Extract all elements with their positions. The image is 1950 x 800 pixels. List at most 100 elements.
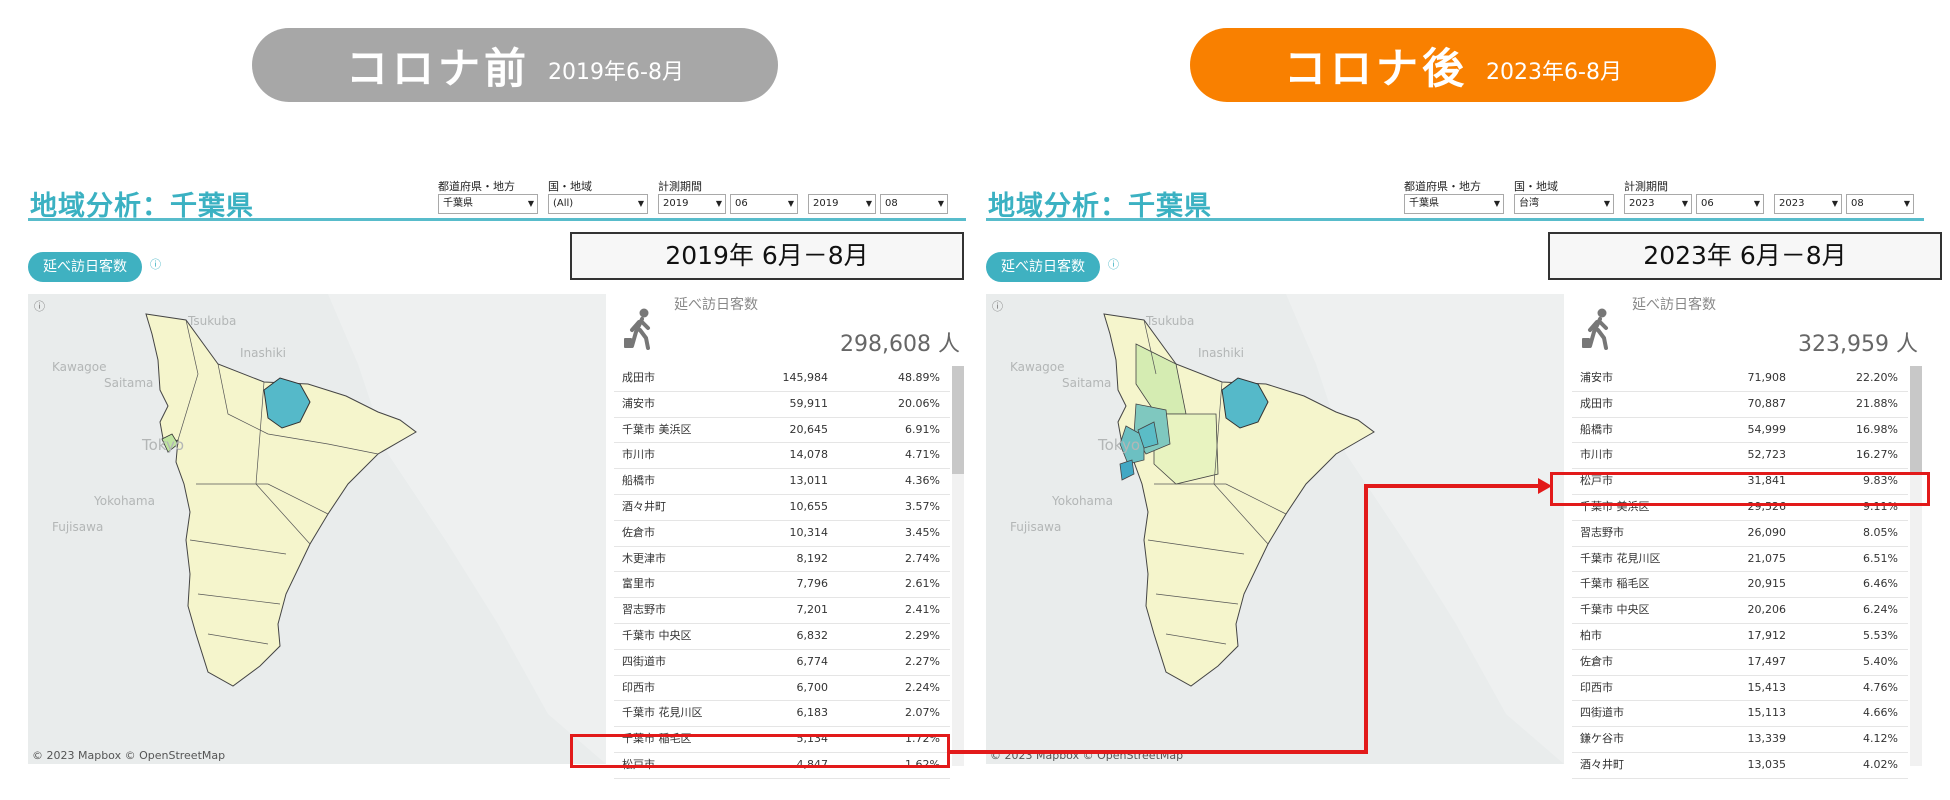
map-label-yokohama: Yokohama xyxy=(1052,494,1113,508)
city-name: 四街道市 xyxy=(622,654,666,668)
end-year-select[interactable]: 2023 ▼ xyxy=(1774,194,1842,214)
chevron-down-icon: ▼ xyxy=(1603,199,1610,208)
table-row[interactable]: 鎌ケ谷市 13,339 4.12% xyxy=(1572,727,1908,753)
city-table: 成田市 145,984 48.89% 浦安市 59,911 20.06% 千葉市 美浜区 20… xyxy=(614,366,950,779)
table-row[interactable]: 成田市 70,887 21.88% xyxy=(1572,392,1908,418)
map-label-fujisawa: Fujisawa xyxy=(1010,520,1062,534)
prefecture-select[interactable]: 千葉県 ▼ xyxy=(1404,194,1504,214)
country-select[interactable]: 台湾 ▼ xyxy=(1514,194,1614,214)
table-row[interactable]: 印西市 15,413 4.76% xyxy=(1572,676,1908,702)
table-row[interactable]: 千葉市 美浜区 20,645 6.91% xyxy=(614,418,950,444)
end-month-select[interactable]: 08 ▼ xyxy=(880,194,948,214)
table-scrollbar[interactable] xyxy=(952,366,964,766)
visitor-share: 2.29% xyxy=(905,628,940,642)
table-row[interactable]: 柏市 17,912 5.53% xyxy=(1572,624,1908,650)
table-row[interactable]: 酒々井町 10,655 3.57% xyxy=(614,495,950,521)
visitor-share: 4.36% xyxy=(905,474,940,488)
table-row[interactable]: 印西市 6,700 2.24% xyxy=(614,676,950,702)
table-row[interactable]: 成田市 145,984 48.89% xyxy=(614,366,950,392)
table-row[interactable]: 四街道市 6,774 2.27% xyxy=(614,650,950,676)
choropleth-map[interactable]: Tsukuba Inashiki Kawagoe Saitama Tokyo Y… xyxy=(28,294,606,764)
scrollbar-thumb[interactable] xyxy=(1910,366,1922,474)
table-row[interactable]: 習志野市 7,201 2.41% xyxy=(614,598,950,624)
table-row[interactable]: 浦安市 71,908 22.20% xyxy=(1572,366,1908,392)
visitor-count: 59,911 xyxy=(789,396,829,410)
start-month-select[interactable]: 06 ▼ xyxy=(730,194,798,214)
visitor-count: 15,413 xyxy=(1747,680,1787,694)
start-year-select[interactable]: 2019 ▼ xyxy=(658,194,726,214)
city-name: 千葉市 中央区 xyxy=(622,628,692,642)
country-filter: 国・地域 (All) ▼ xyxy=(548,178,648,214)
map-label-inashiki: Inashiki xyxy=(1198,346,1244,360)
metric-tag[interactable]: 延べ訪日客数 xyxy=(28,252,142,282)
visitor-count: 70,887 xyxy=(1747,396,1787,410)
start-month-select[interactable]: 06 ▼ xyxy=(1696,194,1764,214)
table-row[interactable]: 千葉市 中央区 6,832 2.29% xyxy=(614,624,950,650)
start-year-select[interactable]: 2023 ▼ xyxy=(1624,194,1692,214)
table-row[interactable]: 木更津市 8,192 2.74% xyxy=(614,547,950,573)
visitor-total: 323,959 人 xyxy=(1798,332,1918,357)
visitor-share: 8.05% xyxy=(1863,525,1898,539)
table-row[interactable]: 習志野市 26,090 8.05% xyxy=(1572,521,1908,547)
map-credit[interactable]: © 2023 Mapbox © OpenStreetMap xyxy=(990,749,1183,762)
table-row[interactable]: 市川市 52,723 16.27% xyxy=(1572,443,1908,470)
map-info-icon[interactable]: ⓘ xyxy=(34,298,45,314)
city-name: 浦安市 xyxy=(622,396,655,410)
visitor-share: 2.74% xyxy=(905,551,940,565)
visitor-count: 20,206 xyxy=(1747,603,1787,617)
table-row[interactable]: 千葉市 中央区 20,206 6.24% xyxy=(1572,598,1908,624)
map-credit[interactable]: © 2023 Mapbox © OpenStreetMap xyxy=(32,749,225,762)
city-name: 千葉市 美浜区 xyxy=(622,422,692,436)
table-row[interactable]: 千葉市 花見川区 21,075 6.51% xyxy=(1572,547,1908,573)
city-name: 鎌ケ谷市 xyxy=(1580,732,1624,746)
table-row[interactable]: 千葉市 稲毛区 20,915 6.46% xyxy=(1572,572,1908,599)
metric-tag[interactable]: 延べ訪日客数 xyxy=(986,252,1100,282)
visitor-share: 2.27% xyxy=(905,654,940,668)
table-row[interactable]: 船橋市 13,011 4.36% xyxy=(614,469,950,495)
info-icon[interactable]: ⓘ xyxy=(1108,256,1119,272)
table-row[interactable]: 酒々井町 13,035 4.02% xyxy=(1572,753,1908,779)
visitor-count: 14,078 xyxy=(789,448,829,462)
visitor-share: 2.24% xyxy=(905,680,940,694)
map-label-tsukuba: Tsukuba xyxy=(188,314,237,328)
prefecture-filter-label: 都道府県・地方 xyxy=(1404,180,1481,193)
country-select[interactable]: (All) ▼ xyxy=(548,194,648,214)
visitor-share: 16.98% xyxy=(1856,422,1898,436)
city-name: 千葉市 中央区 xyxy=(1580,603,1650,617)
table-row[interactable]: 佐倉市 17,497 5.40% xyxy=(1572,650,1908,676)
period-box: 2019年 6月－8月 xyxy=(570,232,964,280)
visitor-count: 21,075 xyxy=(1747,551,1787,565)
walking-person-icon xyxy=(1582,308,1608,350)
city-name: 四街道市 xyxy=(1580,706,1624,720)
visitor-count: 71,908 xyxy=(1747,371,1787,384)
scrollbar-thumb[interactable] xyxy=(952,366,964,474)
city-name: 習志野市 xyxy=(622,603,666,617)
end-year-select[interactable]: 2019 ▼ xyxy=(808,194,876,214)
visitor-count-label: 延べ訪日客数 xyxy=(1632,297,1716,313)
table-row[interactable]: 佐倉市 10,314 3.45% xyxy=(614,521,950,547)
table-row[interactable]: 市川市 14,078 4.71% xyxy=(614,443,950,470)
visitor-count: 7,796 xyxy=(796,577,829,591)
table-row[interactable]: 千葉市 花見川区 6,183 2.07% xyxy=(614,701,950,728)
info-icon[interactable]: ⓘ xyxy=(150,256,161,272)
before-covid-period: 2019年6-8月 xyxy=(548,60,684,85)
city-name: 船橋市 xyxy=(622,474,655,488)
table-row[interactable]: 四街道市 15,113 4.66% xyxy=(1572,701,1908,728)
visitor-share: 2.41% xyxy=(905,603,940,617)
visitor-share: 4.12% xyxy=(1863,732,1898,746)
visitor-share: 21.88% xyxy=(1856,396,1898,410)
table-scrollbar[interactable] xyxy=(1910,366,1922,766)
table-row[interactable]: 富里市 7,796 2.61% xyxy=(614,572,950,599)
table-row[interactable]: 船橋市 54,999 16.98% xyxy=(1572,418,1908,444)
period-filter-label: 計測期間 xyxy=(658,180,702,193)
prefecture-select[interactable]: 千葉県 ▼ xyxy=(438,194,538,214)
visitor-share: 22.20% xyxy=(1856,371,1898,384)
prefecture-filter: 都道府県・地方 千葉県 ▼ xyxy=(438,178,538,214)
visitor-count: 10,314 xyxy=(789,525,829,539)
map-info-icon[interactable]: ⓘ xyxy=(992,298,1003,314)
city-name: 富里市 xyxy=(622,577,655,591)
choropleth-map[interactable]: Tsukuba Inashiki Kawagoe Saitama Tokyo Y… xyxy=(986,294,1564,764)
visitor-count: 15,113 xyxy=(1747,706,1787,720)
table-row[interactable]: 浦安市 59,911 20.06% xyxy=(614,392,950,418)
end-month-select[interactable]: 08 ▼ xyxy=(1846,194,1914,214)
